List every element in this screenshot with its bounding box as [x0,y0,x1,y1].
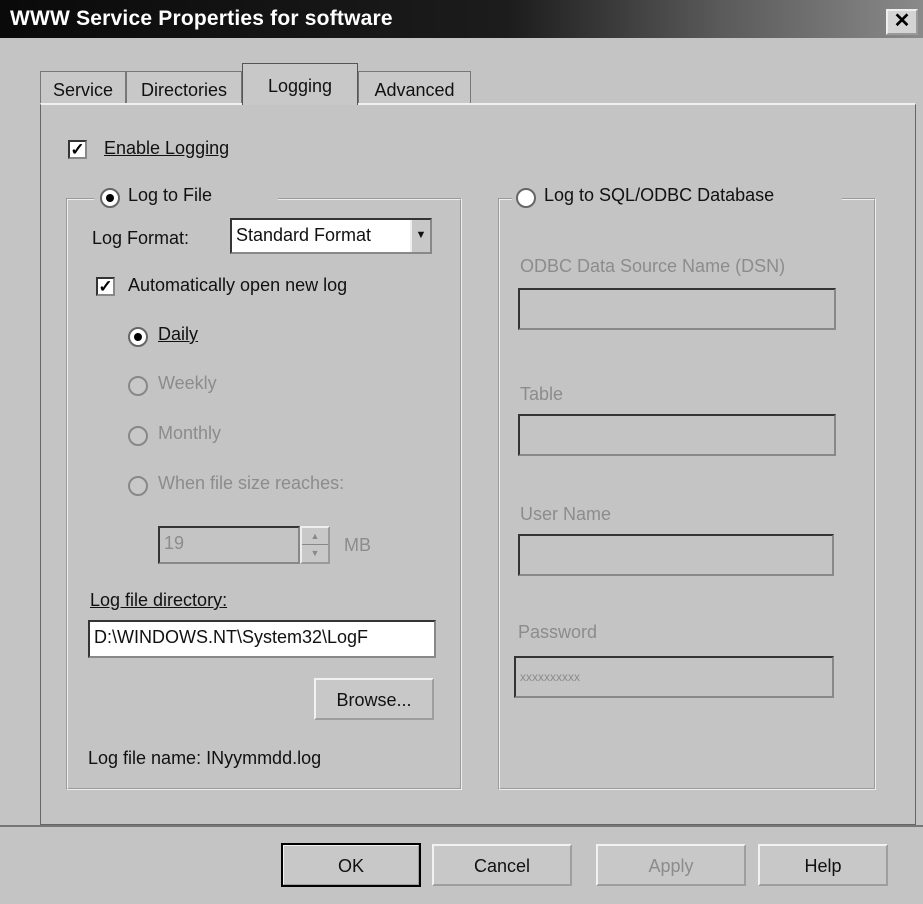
table-input[interactable] [518,414,836,456]
password-mask: xxxxxxxxxx [520,670,580,684]
browse-button[interactable]: Browse... [314,678,434,720]
password-input[interactable]: xxxxxxxxxx [514,656,834,698]
file-size-radio[interactable] [128,476,148,496]
dsn-input[interactable] [518,288,836,330]
close-button[interactable]: ✕ [886,9,918,35]
log-to-sql-label: Log to SQL/ODBC Database [544,185,775,205]
user-name-label: User Name [520,504,612,524]
log-directory-label: Log file directory: [90,590,228,610]
log-to-file-radio[interactable] [100,188,120,208]
enable-logging-label: Enable Logging [104,138,230,158]
chevron-down-icon[interactable]: ▼ [410,220,430,252]
log-directory-value: D:\WINDOWS.NT\System32\LogF [94,627,369,647]
log-file-name: Log file name: INyymmdd.log [88,748,322,768]
log-format-value: Standard Format [236,225,372,245]
file-size-input[interactable]: 19 [158,526,300,564]
cancel-button[interactable]: Cancel [432,844,572,886]
tab-directories[interactable]: Directories [126,71,242,103]
title-bar: WWW Service Properties for software ✕ [0,0,923,38]
spin-down-icon[interactable]: ▼ [302,545,328,562]
monthly-radio[interactable] [128,426,148,446]
daily-label: Daily [158,324,199,344]
log-to-sql-legend: Log to SQL/ODBC Database [512,185,842,211]
button-divider [0,825,923,827]
file-size-label: When file size reaches: [158,473,345,493]
spin-up-icon[interactable]: ▲ [302,528,328,545]
close-icon: ✕ [893,10,911,32]
apply-button[interactable]: Apply [596,844,746,886]
tab-service[interactable]: Service [40,71,126,103]
log-to-file-legend: Log to File [94,185,278,211]
log-to-sql-radio[interactable] [516,188,536,208]
log-directory-input[interactable]: D:\WINDOWS.NT\System32\LogF [88,620,436,658]
log-format-label: Log Format: [92,228,190,248]
file-size-unit: MB [344,535,371,555]
auto-open-log-checkbox[interactable]: ✓ [96,277,115,296]
enable-logging-checkbox[interactable]: ✓ [68,140,87,159]
log-to-file-label: Log to File [128,185,213,205]
file-size-value: 19 [164,533,185,553]
daily-radio[interactable] [128,327,148,347]
user-name-input[interactable] [518,534,834,576]
log-format-select[interactable]: Standard Format ▼ [230,218,432,254]
weekly-label: Weekly [158,373,217,393]
monthly-label: Monthly [158,423,222,443]
password-label: Password [518,622,598,642]
log-to-sql-group [498,198,876,790]
tab-logging[interactable]: Logging [242,63,358,105]
table-label: Table [520,384,564,404]
ok-button[interactable]: OK [281,843,421,887]
auto-open-log-label: Automatically open new log [128,275,348,295]
weekly-radio[interactable] [128,376,148,396]
window-title: WWW Service Properties for software [10,7,393,30]
help-button[interactable]: Help [758,844,888,886]
dsn-label: ODBC Data Source Name (DSN) [520,256,786,276]
file-size-spinner[interactable]: ▲ ▼ [300,526,330,564]
tab-advanced[interactable]: Advanced [358,71,471,103]
